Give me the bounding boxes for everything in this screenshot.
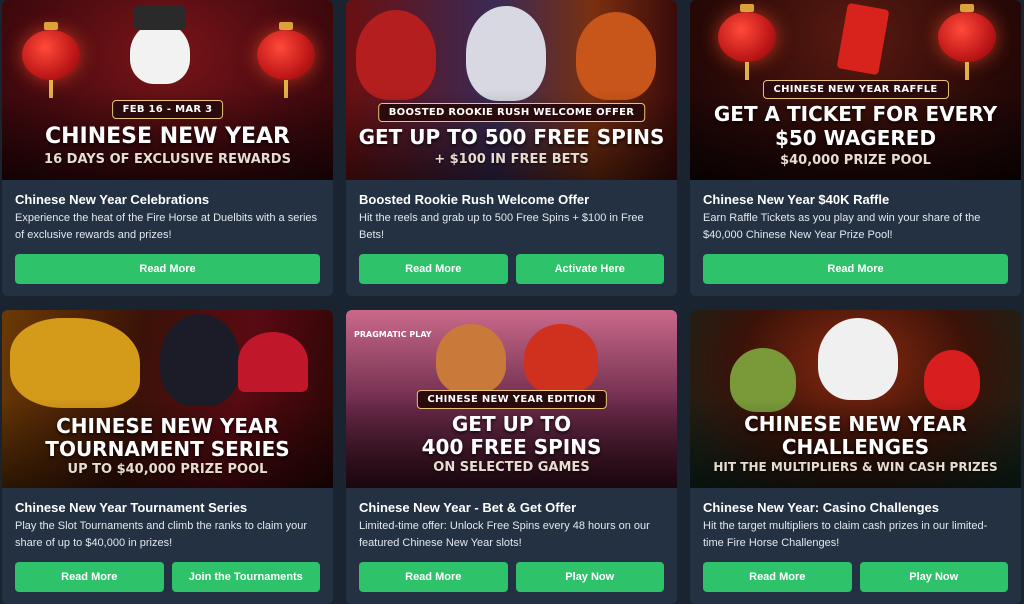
lantern-icon	[257, 22, 315, 98]
promo-card-celebrations: FEB 16 - MAR 3 CHINESE NEW YEAR 16 DAYS …	[2, 0, 333, 296]
promo-card-casino-challenges: CHINESE NEW YEAR CHALLENGES HIT THE MULT…	[690, 310, 1021, 604]
banner-headline-line2: CHALLENGES	[781, 435, 930, 459]
banner-subline: + $100 IN FREE BETS	[434, 152, 589, 167]
monkey-figure	[436, 324, 506, 394]
ticket-icon	[836, 2, 890, 76]
promo-description: Play the Slot Tournaments and climb the …	[15, 520, 308, 549]
banner-headline: CHINESE NEW YEAR	[44, 124, 290, 149]
banner-headline: CHINESE NEW YEAR	[56, 414, 279, 438]
promo-banner[interactable]: PRAGMATIC PLAY CHINESE NEW YEAR EDITION …	[346, 310, 677, 488]
panda-figure	[818, 318, 898, 400]
join-tournaments-button[interactable]: Join the Tournaments	[171, 562, 320, 592]
banner-headline-line2: $50 WAGERED	[774, 126, 937, 150]
banner-headline: GET UP TO	[451, 412, 572, 436]
promo-badge: CHINESE NEW YEAR EDITION	[416, 390, 607, 409]
promo-banner[interactable]: CHINESE NEW YEAR RAFFLE GET A TICKET FOR…	[690, 0, 1021, 180]
promo-card-tournament-series: CHINESE NEW YEAR TOURNAMENT SERIES UP TO…	[2, 310, 333, 604]
banner-subline: $40,000 PRIZE POOL	[780, 153, 931, 168]
banner-headline: GET UP TO 500 FREE SPINS	[358, 125, 665, 149]
ox-figure	[524, 324, 598, 394]
promo-title: Chinese New Year $40K Raffle	[703, 192, 890, 207]
read-more-button[interactable]: Read More	[15, 562, 164, 592]
promo-description: Earn Raffle Tickets as you play and win …	[703, 212, 981, 241]
promo-card-raffle: CHINESE NEW YEAR RAFFLE GET A TICKET FOR…	[690, 0, 1021, 296]
mascot-figure	[130, 22, 190, 84]
lantern-icon	[22, 22, 80, 98]
promo-title: Chinese New Year: Casino Challenges	[703, 500, 940, 515]
banner-headline-line2: TOURNAMENT SERIES	[45, 437, 290, 461]
promo-title: Boosted Rookie Rush Welcome Offer	[359, 192, 590, 207]
read-more-button[interactable]: Read More	[15, 254, 320, 284]
activate-here-button[interactable]: Activate Here	[515, 254, 664, 284]
provider-logo: PRAGMATIC PLAY	[354, 330, 432, 339]
read-more-button[interactable]: Read More	[703, 562, 852, 592]
banner-headline: CHINESE NEW YEAR	[744, 412, 967, 436]
promo-title: Chinese New Year - Bet & Get Offer	[359, 500, 577, 515]
promo-banner[interactable]: CHINESE NEW YEAR TOURNAMENT SERIES UP TO…	[2, 310, 333, 488]
banner-headline-line2: 400 FREE SPINS	[421, 435, 602, 459]
football-player-figure	[356, 10, 436, 100]
read-more-button[interactable]: Read More	[703, 254, 1008, 284]
promotions-grid: FEB 16 - MAR 3 CHINESE NEW YEAR 16 DAYS …	[0, 0, 1024, 604]
banner-headline: GET A TICKET FOR EVERY	[713, 102, 998, 126]
promo-card-welcome-offer: BOOSTED ROOKIE RUSH WELCOME OFFER GET UP…	[346, 0, 677, 296]
golden-dragon-figure	[10, 318, 140, 408]
promo-badge: FEB 16 - MAR 3	[111, 100, 224, 119]
promo-description: Hit the reels and grab up to 500 Free Sp…	[359, 212, 644, 241]
promo-badge: CHINESE NEW YEAR RAFFLE	[762, 80, 949, 99]
promo-description: Hit the target multipliers to claim cash…	[703, 520, 988, 549]
top-hat-icon	[134, 6, 186, 30]
promo-title: Chinese New Year Tournament Series	[15, 500, 248, 515]
promo-description: Limited-time offer: Unlock Free Spins ev…	[359, 520, 650, 549]
promo-banner[interactable]: BOOSTED ROOKIE RUSH WELCOME OFFER GET UP…	[346, 0, 677, 180]
banner-subline: HIT THE MULTIPLIERS & WIN CASH PRIZES	[713, 460, 998, 474]
banner-subline: ON SELECTED GAMES	[433, 460, 590, 475]
lantern-icon	[718, 4, 776, 80]
promo-banner[interactable]: FEB 16 - MAR 3 CHINESE NEW YEAR 16 DAYS …	[2, 0, 333, 180]
banner-subline: UP TO $40,000 PRIZE POOL	[67, 462, 268, 477]
fan-icon	[238, 332, 308, 392]
promo-title: Chinese New Year Celebrations	[15, 192, 210, 207]
fire-warrior-figure	[576, 12, 656, 100]
read-more-button[interactable]: Read More	[359, 562, 508, 592]
promo-badge: BOOSTED ROOKIE RUSH WELCOME OFFER	[377, 103, 646, 122]
play-now-button[interactable]: Play Now	[515, 562, 664, 592]
promo-card-bet-and-get: PRAGMATIC PLAY CHINESE NEW YEAR EDITION …	[346, 310, 677, 604]
banner-subline: 16 DAYS OF EXCLUSIVE REWARDS	[44, 152, 291, 167]
play-now-button[interactable]: Play Now	[859, 562, 1008, 592]
lantern-icon	[938, 4, 996, 80]
promo-description: Experience the heat of the Fire Horse at…	[15, 212, 318, 241]
zeus-figure	[466, 6, 546, 101]
read-more-button[interactable]: Read More	[359, 254, 508, 284]
promo-banner[interactable]: CHINESE NEW YEAR CHALLENGES HIT THE MULT…	[690, 310, 1021, 488]
geisha-figure	[160, 314, 240, 406]
